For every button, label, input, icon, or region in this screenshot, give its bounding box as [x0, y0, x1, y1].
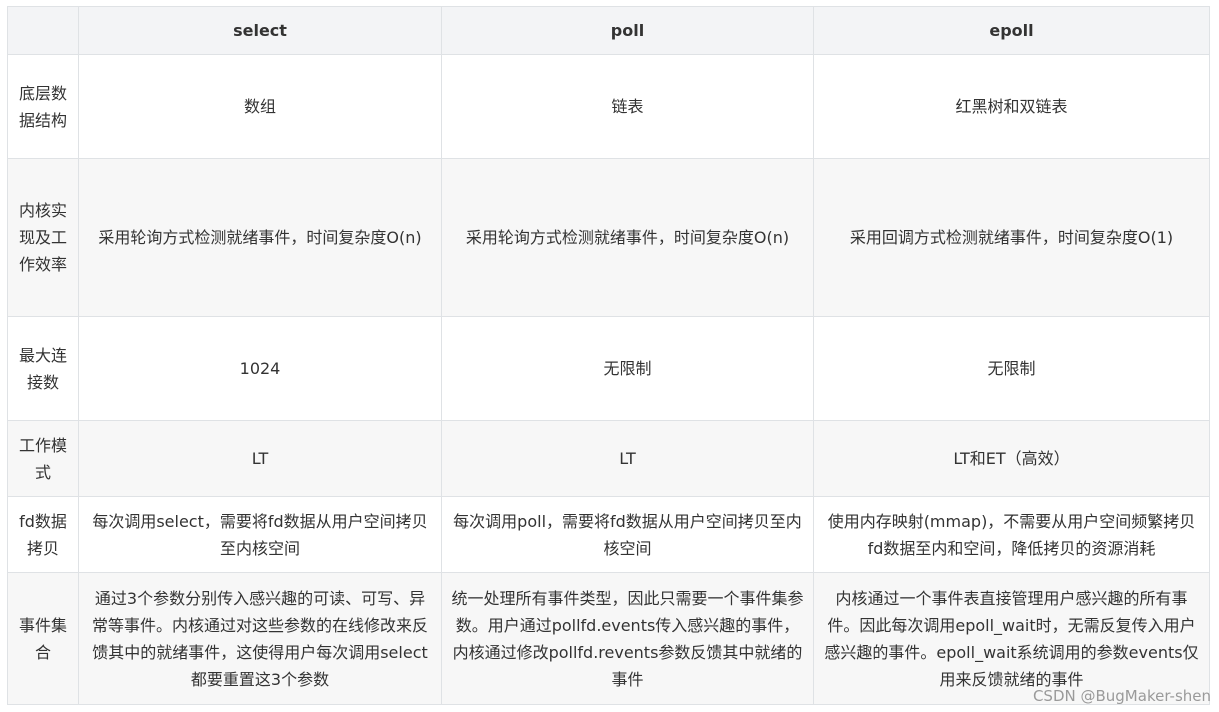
header-cell-poll: poll — [441, 6, 814, 55]
table-row: fd数据拷贝 每次调用select，需要将fd数据从用户空间拷贝至内核空间 每次… — [7, 496, 1210, 573]
row-label: 工作模式 — [7, 420, 79, 497]
cell-select: 每次调用select，需要将fd数据从用户空间拷贝至内核空间 — [78, 496, 442, 573]
table-row: 底层数据结构 数组 链表 红黑树和双链表 — [7, 54, 1210, 159]
cell-select: 数组 — [78, 54, 442, 159]
cell-poll: LT — [441, 420, 814, 497]
cell-poll: 无限制 — [441, 316, 814, 421]
header-cell-epoll: epoll — [813, 6, 1210, 55]
table-row: 内核实现及工作效率 采用轮询方式检测就绪事件，时间复杂度O(n) 采用轮询方式检… — [7, 158, 1210, 317]
cell-select: 采用轮询方式检测就绪事件，时间复杂度O(n) — [78, 158, 442, 317]
row-label: 内核实现及工作效率 — [7, 158, 79, 317]
row-label: 底层数据结构 — [7, 54, 79, 159]
cell-poll: 每次调用poll，需要将fd数据从用户空间拷贝至内核空间 — [441, 496, 814, 573]
header-row: select poll epoll — [7, 6, 1210, 55]
header-cell-select: select — [78, 6, 442, 55]
csdn-watermark: CSDN @BugMaker-shen — [1032, 687, 1211, 705]
cell-epoll: 无限制 — [813, 316, 1210, 421]
cell-poll: 链表 — [441, 54, 814, 159]
cell-epoll: 红黑树和双链表 — [813, 54, 1210, 159]
cell-epoll: 使用内存映射(mmap)，不需要从用户空间频繁拷贝fd数据至内和空间，降低拷贝的… — [813, 496, 1210, 573]
row-label: 最大连接数 — [7, 316, 79, 421]
cell-poll: 采用轮询方式检测就绪事件，时间复杂度O(n) — [441, 158, 814, 317]
cell-select: 通过3个参数分别传入感兴趣的可读、可写、异常等事件。内核通过对这些参数的在线修改… — [78, 572, 442, 705]
cell-epoll: 采用回调方式检测就绪事件，时间复杂度O(1) — [813, 158, 1210, 317]
cell-epoll: LT和ET（高效） — [813, 420, 1210, 497]
header-cell-empty — [7, 6, 79, 55]
cell-select: LT — [78, 420, 442, 497]
cell-epoll: 内核通过一个事件表直接管理用户感兴趣的所有事件。因此每次调用epoll_wait… — [813, 572, 1210, 705]
table-row: 工作模式 LT LT LT和ET（高效） — [7, 420, 1210, 497]
row-label: fd数据拷贝 — [7, 496, 79, 573]
comparison-table: select poll epoll 底层数据结构 数组 链表 红黑树和双链表 内… — [7, 6, 1210, 705]
row-label: 事件集合 — [7, 572, 79, 705]
table-row: 事件集合 通过3个参数分别传入感兴趣的可读、可写、异常等事件。内核通过对这些参数… — [7, 572, 1210, 705]
table-row: 最大连接数 1024 无限制 无限制 — [7, 316, 1210, 421]
cell-poll: 统一处理所有事件类型，因此只需要一个事件集参数。用户通过pollfd.event… — [441, 572, 814, 705]
cell-select: 1024 — [78, 316, 442, 421]
